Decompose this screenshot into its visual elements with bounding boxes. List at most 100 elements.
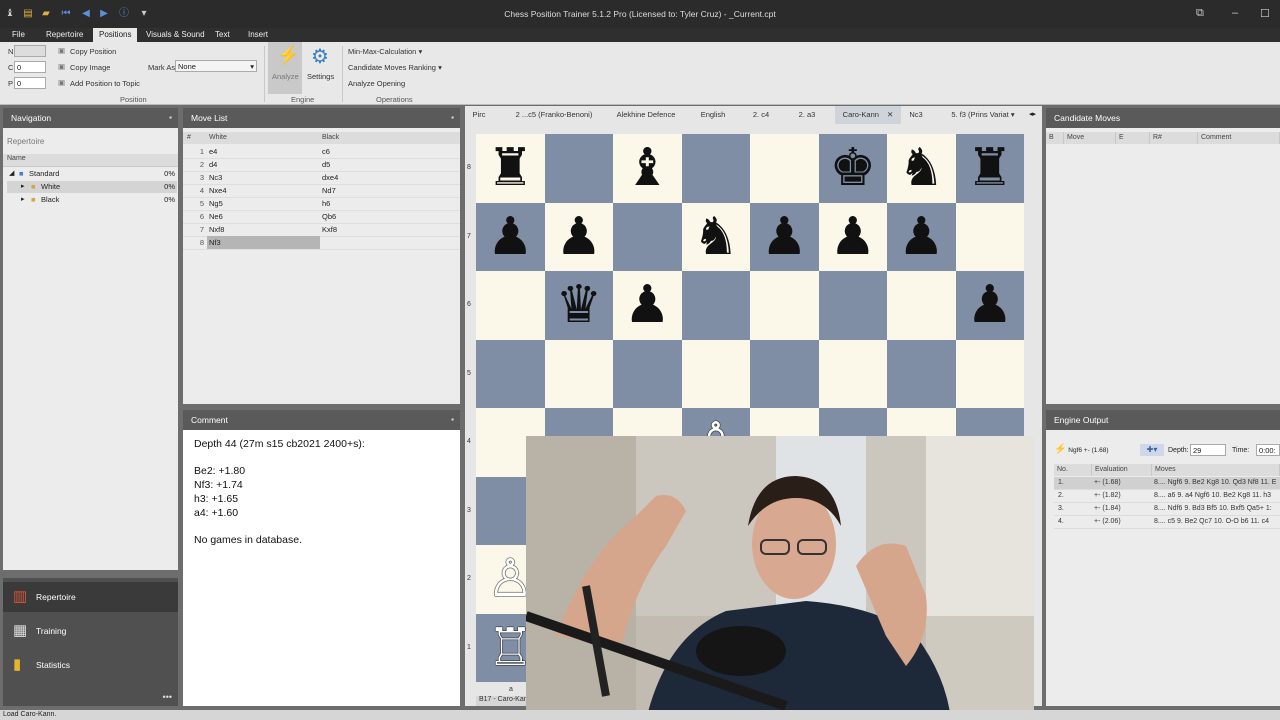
white-move[interactable]: Nc3 [209,171,319,184]
minimize-icon[interactable]: – [1232,7,1238,19]
copy-image-button[interactable]: Copy Image [70,63,110,72]
square-f6[interactable] [818,271,887,340]
square-a6[interactable] [476,271,545,340]
piece-black-g8[interactable]: ♞ [887,134,956,203]
piece-black-c6[interactable]: ♟ [613,271,682,340]
square-f5[interactable] [818,339,887,408]
black-move[interactable]: c6 [322,145,442,158]
square-g5[interactable] [887,339,956,408]
depth-input[interactable]: 29 [1190,444,1226,456]
maximize-icon[interactable]: ☐ [1260,7,1270,20]
min-max-button[interactable]: Min-Max-Calculation ▾ [348,47,422,56]
tab-positions[interactable]: Positions [93,28,138,42]
pin-icon[interactable]: ▪ [451,410,454,430]
piece-black-b6[interactable]: ♛ [545,271,614,340]
piece-black-h6[interactable]: ♟ [956,271,1025,340]
square-g6[interactable] [887,271,956,340]
engine-line-row[interactable]: 3. +- (1.84) 8.... Ndf6 9. Bd3 Bf5 10. Bxf… [1054,503,1280,516]
analyze-button[interactable]: ⚡ Analyze [268,42,302,94]
more-icon[interactable]: ••• [163,692,172,702]
square-h5[interactable] [955,339,1024,408]
tree-item-standard[interactable]: ◢ ■ Standard 0% [7,168,177,180]
pin-icon[interactable]: ▪ [169,108,172,128]
tree-item-black[interactable]: ▸ ■ Black 0% [7,194,177,206]
square-c7[interactable] [613,202,682,271]
square-a5[interactable] [476,339,545,408]
settings-button[interactable]: ⚙ Settings [304,42,338,94]
engine-line-row[interactable]: 2. +- (1.82) 8.... a6 9. a4 Ngf6 10. Be2 K… [1054,490,1280,503]
c-field[interactable]: 0 [14,61,46,73]
close-icon[interactable]: ✕ [887,110,893,119]
board-tab-overflow[interactable]: 5. f3 (Prins Variat ▾ [943,106,1023,124]
square-b5[interactable] [544,339,613,408]
move-row[interactable]: 7 Nxf8 Kxf8 [183,223,460,237]
move-row[interactable]: 2 d4 d5 [183,158,460,172]
board-tab[interactable]: Alekhine Defence [611,106,681,124]
engine-eval-button[interactable]: ⚡ Ngf6 +- (1.68) [1054,442,1144,458]
white-move-selected[interactable]: Nf3 [207,236,320,249]
move-row[interactable]: 4 Nxe4 Nd7 [183,184,460,198]
mark-as-select[interactable]: None ▾ [175,60,257,72]
piece-black-d7[interactable]: ♞ [682,203,751,272]
white-move[interactable]: Ne6 [209,210,319,223]
tab-insert[interactable]: Insert [242,28,274,42]
board-tab[interactable]: Pirc [465,106,493,124]
square-b8[interactable] [544,134,613,203]
restore-icon[interactable]: ⧉ [1196,7,1204,20]
tab-visuals-sound[interactable]: Visuals & Sound [140,28,211,42]
pin-icon[interactable]: ▪ [451,108,454,128]
board-tab[interactable]: Nc3 [901,106,931,124]
move-row[interactable]: 1 e4 c6 [183,145,460,159]
square-e5[interactable] [750,339,819,408]
piece-black-c8[interactable]: ♝ [613,134,682,203]
board-tab[interactable]: 2 ...c5 (Franko-Benoni) [499,106,609,124]
black-move[interactable]: h6 [322,197,442,210]
p-field[interactable]: 0 [14,77,46,89]
board-tab[interactable]: 2. c4 [741,106,781,124]
move-row[interactable]: 8 Nf3 [183,236,460,250]
square-h7[interactable] [955,202,1024,271]
black-move[interactable]: Qb6 [322,210,442,223]
move-row[interactable]: 5 Ng5 h6 [183,197,460,211]
square-e8[interactable] [750,134,819,203]
piece-black-e7[interactable]: ♟ [750,203,819,272]
nav-repertoire-button[interactable]: ▥ Repertoire [3,582,178,612]
engine-line-row[interactable]: 4. +- (2.06) 8.... c5 9. Be2 Qc7 10. O-O b… [1054,516,1280,529]
square-c5[interactable] [613,339,682,408]
candidate-ranking-button[interactable]: Candidate Moves Ranking ▾ [348,63,442,72]
board-tab-active[interactable]: Caro-Kann ✕ [835,106,901,124]
piece-black-f8[interactable]: ♚ [819,134,888,203]
add-line-button[interactable]: ✚▾ [1140,444,1164,456]
board-tab[interactable]: English [693,106,733,124]
tab-text[interactable]: Text [209,28,236,42]
square-d6[interactable] [681,271,750,340]
tab-repertoire[interactable]: Repertoire [40,28,89,42]
board-tab[interactable]: 2. a3 [787,106,827,124]
n-field[interactable] [14,45,46,57]
white-move[interactable]: e4 [209,145,319,158]
move-row[interactable]: 6 Ne6 Qb6 [183,210,460,224]
nav-training-button[interactable]: ▦ Training [3,616,178,646]
piece-black-a7[interactable]: ♟ [476,203,545,272]
piece-black-g7[interactable]: ♟ [887,203,956,272]
piece-black-a8[interactable]: ♜ [476,134,545,203]
black-move[interactable]: dxe4 [322,171,442,184]
copy-position-button[interactable]: Copy Position [70,47,116,56]
square-d5[interactable] [681,339,750,408]
add-position-button[interactable]: Add Position to Topic [70,79,140,88]
nav-statistics-button[interactable]: ▮ Statistics [3,650,178,680]
engine-line-row[interactable]: 1. +- (1.68) 8.... Ngf6 9. Be2 Kg8 10. Qd3… [1054,477,1280,490]
piece-black-b7[interactable]: ♟ [545,203,614,272]
white-move[interactable]: Ng5 [209,197,319,210]
white-move[interactable]: Nxe4 [209,184,319,197]
scroll-tabs-icon[interactable]: ◂▸ [1029,110,1036,118]
white-move[interactable]: Nxf8 [209,223,319,236]
black-move[interactable]: d5 [322,158,442,171]
square-e6[interactable] [750,271,819,340]
white-move[interactable]: d4 [209,158,319,171]
black-move[interactable]: Nd7 [322,184,442,197]
tab-file[interactable]: File [6,28,31,42]
tree-item-white[interactable]: ▸ ■ White 0% [7,181,177,193]
piece-black-f7[interactable]: ♟ [819,203,888,272]
piece-black-h8[interactable]: ♜ [956,134,1025,203]
